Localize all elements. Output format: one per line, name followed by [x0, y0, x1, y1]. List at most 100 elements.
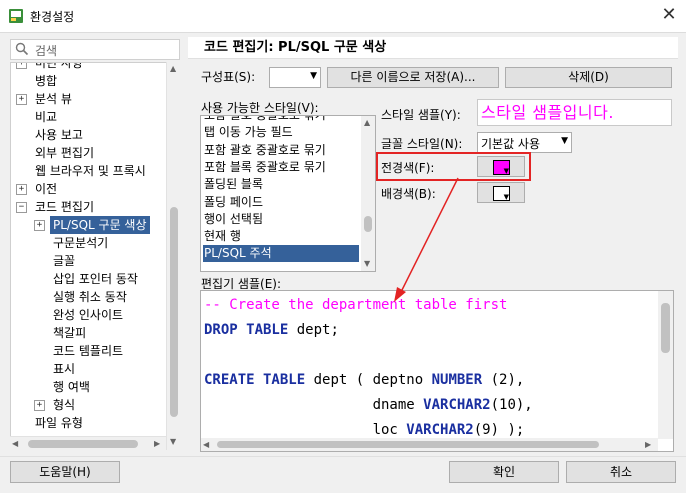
close-icon[interactable]: ✕ [658, 4, 680, 26]
tree-item[interactable]: 삽입 포인터 동작 [53, 270, 138, 288]
code-line: CREATE TABLE dept ( deptno NUMBER (2), [204, 370, 524, 390]
tree-item-label: 파일 유형 [35, 416, 83, 430]
scroll-left-icon[interactable]: ◀ [12, 439, 18, 448]
tree-item-label: 분석 뷰 [35, 92, 72, 106]
tree-item[interactable]: 실행 취소 동작 [53, 288, 127, 306]
list-item[interactable]: 폴딩 페이드 [203, 194, 359, 211]
styles-scrollbar[interactable]: ▲ ▼ [361, 116, 375, 271]
list-item[interactable]: 폴딩된 블록 [203, 176, 359, 193]
tree-item[interactable]: 완성 인사이트 [53, 306, 123, 324]
code-keyword: VARCHAR2 [406, 422, 474, 438]
font-style-label: 글꼴 스타일(N): [381, 137, 463, 151]
editor-vertical-scrollbar[interactable] [658, 291, 673, 439]
tree-item[interactable]: 파일 유형 [35, 414, 83, 432]
tree-item-label: PL/SQL 구문 색상 [53, 218, 147, 232]
editor-sample[interactable]: -- Create the department table first DROP… [200, 290, 674, 452]
expand-icon[interactable]: + [16, 63, 27, 69]
styles-list[interactable]: 포함 괄호 중괄호로 묶기 탭 이동 가능 필드 포함 괄호 중괄호로 묶기 포함 블… [200, 115, 376, 272]
code-line: DROP TABLE dept; [204, 320, 339, 340]
code-text: dept ( deptno [305, 372, 432, 388]
code-keyword: DROP TABLE [204, 322, 289, 338]
tree-item[interactable]: 글꼴 [53, 252, 75, 270]
list-item[interactable]: PL/SQL 주석 [203, 245, 359, 263]
collapse-icon[interactable]: − [16, 202, 27, 213]
tree-item[interactable]: 웹 브라우저 및 프록시 [35, 162, 146, 180]
tree-scroll-thumb[interactable] [170, 207, 178, 417]
tree-hscroll-thumb[interactable] [28, 440, 138, 448]
expand-icon[interactable]: + [34, 220, 45, 231]
tree-item[interactable]: 미린 사항 [35, 62, 83, 72]
code-text: loc [204, 422, 407, 438]
tree-item[interactable]: 책갈피 [53, 324, 86, 342]
title-bar [0, 0, 686, 32]
tree-item-label: 미린 사항 [35, 62, 83, 70]
chevron-down-icon: ▼ [310, 71, 317, 81]
code-keyword: CREATE TABLE [204, 372, 306, 388]
preferences-tree[interactable]: + 미린 사항병합 + 분석 뷰비교 사용 보고외부 편집기웹 브라우저 및 프록시 + 이… [10, 62, 180, 450]
tree-item[interactable]: 행 여백 [53, 378, 90, 396]
code-text: (9) ); [473, 422, 525, 438]
code-text: (2), [482, 372, 525, 388]
scroll-right-icon[interactable]: ▶ [154, 439, 160, 448]
tree-item-label: 표시 [53, 362, 76, 376]
code-line: dname VARCHAR2(10), [204, 395, 533, 415]
search-input[interactable]: 검색 [35, 42, 57, 59]
font-style-value: 기본값 사용 [481, 137, 541, 151]
tree-item[interactable]: 표시 [53, 360, 75, 378]
search-icon [15, 42, 29, 56]
list-item[interactable]: 행이 선택됨 [203, 211, 359, 228]
editor-hscroll-thumb[interactable] [217, 441, 599, 448]
list-item[interactable]: 포함 블록 중괄호로 묶기 [203, 159, 359, 176]
tree-horizontal-scrollbar[interactable]: ◀ ▶ [10, 436, 166, 450]
list-item[interactable]: 포함 괄호 중괄호로 묶기 [203, 116, 359, 124]
scroll-up-icon[interactable]: ▲ [170, 64, 176, 73]
save-as-button[interactable]: 다른 이름으로 저장(A)... [327, 67, 499, 88]
scroll-down-icon[interactable]: ▼ [364, 259, 370, 268]
help-button[interactable]: 도움말(H) [10, 461, 120, 483]
chevron-down-icon: ▼ [561, 136, 568, 146]
tree-item[interactable]: 코드 편집기 [35, 198, 94, 216]
tree-item[interactable]: 이전 [35, 180, 57, 198]
scroll-down-icon[interactable]: ▼ [170, 437, 176, 446]
font-style-combo[interactable]: 기본값 사용 ▼ [477, 132, 572, 153]
code-text: dept; [288, 322, 339, 338]
tree-item-label: 코드 편집기 [35, 200, 95, 214]
cancel-button[interactable]: 취소 [566, 461, 676, 483]
tree-item[interactable]: 코드 템플리트 [53, 342, 123, 360]
tree-item-label: 이전 [35, 182, 58, 196]
tree-item-label: 책갈피 [53, 326, 87, 340]
scroll-left-icon[interactable]: ◀ [203, 440, 209, 449]
list-item[interactable]: 현재 행 [203, 228, 359, 245]
background-color-button[interactable]: ▼ [477, 182, 525, 203]
tree-item[interactable]: 비교 [35, 108, 57, 126]
search-box[interactable]: 검색 [10, 39, 180, 60]
tree-item-label: 실행 취소 동작 [53, 290, 127, 304]
ok-button[interactable]: 확인 [449, 461, 559, 483]
list-item[interactable]: 탭 이동 가능 필드 [203, 124, 359, 141]
tree-item[interactable]: 외부 편집기 [35, 144, 94, 162]
page-title: 코드 편집기: PL/SQL 구문 색상 [188, 37, 678, 59]
expand-icon[interactable]: + [16, 184, 27, 195]
tree-item[interactable]: 형식 [53, 396, 75, 414]
expand-icon[interactable]: + [16, 94, 27, 105]
chevron-down-icon: ▼ [503, 193, 509, 201]
tree-item[interactable]: PL/SQL 구문 색상 [50, 216, 150, 234]
editor-horizontal-scrollbar[interactable]: ◀ ▶ [201, 438, 658, 451]
tree-item[interactable]: 구문분석기 [53, 234, 108, 252]
tree-item-label: 외부 편집기 [35, 146, 95, 160]
delete-button[interactable]: 삭제(D) [505, 67, 672, 88]
tree-vertical-scrollbar[interactable]: ▲ ▼ [166, 62, 180, 450]
tree-item[interactable]: 분석 뷰 [35, 90, 72, 108]
editor-scroll-thumb[interactable] [661, 303, 670, 353]
window-title: 환경설정 [30, 10, 75, 24]
scroll-up-icon[interactable]: ▲ [364, 118, 370, 127]
expand-icon[interactable]: + [34, 400, 45, 411]
scroll-right-icon[interactable]: ▶ [645, 440, 651, 449]
list-item[interactable]: 포함 괄호 중괄호로 묶기 [203, 142, 359, 159]
tree-item[interactable]: 사용 보고 [35, 126, 83, 144]
tree-item[interactable]: 병합 [35, 72, 57, 90]
annotation-arrow [394, 177, 459, 302]
scheme-combo[interactable]: ▼ [269, 67, 321, 88]
styles-scroll-thumb[interactable] [364, 216, 372, 232]
styles-label: 사용 가능한 스타일(V): [201, 101, 319, 115]
